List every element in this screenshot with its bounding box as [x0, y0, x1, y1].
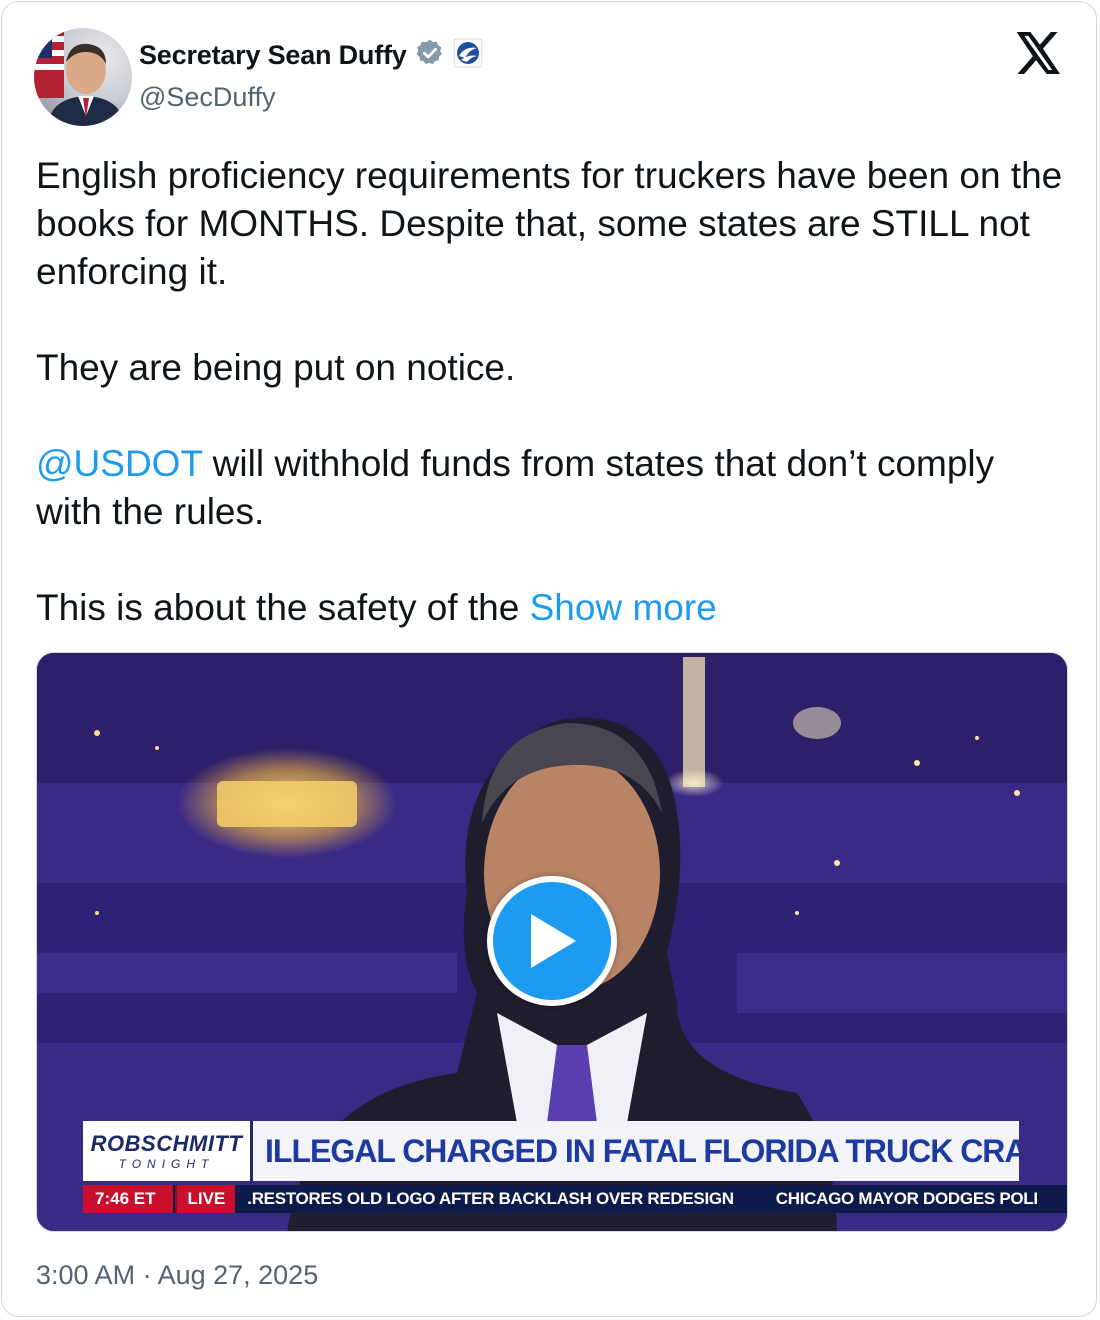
- play-button[interactable]: [487, 876, 617, 1006]
- avatar[interactable]: [34, 28, 132, 126]
- show-more-link[interactable]: Show more: [530, 587, 717, 628]
- tweet-paragraph-1: English proficiency requirements for tru…: [36, 155, 1063, 292]
- tweet-timestamp[interactable]: 3:00 AM · Aug 27, 2025: [36, 1260, 318, 1291]
- verified-badge-icon: [415, 38, 445, 73]
- tweet-paragraph-3: @USDOT will withhold funds from states t…: [36, 440, 1066, 536]
- news-ticker: 7:46 ET LIVE .RESTORES OLD LOGO AFTER BA…: [83, 1185, 1067, 1213]
- show-logo-subtitle: TONIGHT: [118, 1157, 215, 1171]
- tweet-text: English proficiency requirements for tru…: [36, 152, 1066, 632]
- show-logo: ROBSCHMITT TONIGHT: [83, 1121, 253, 1181]
- show-logo-title: ROBSCHMITT: [90, 1131, 243, 1156]
- tweet-paragraph-4-text: This is about the safety of the: [36, 587, 530, 628]
- video-player[interactable]: ROBSCHMITT TONIGHT ILLEGAL CHARGED IN FA…: [36, 652, 1068, 1232]
- author-display-name[interactable]: Secretary Sean Duffy: [139, 40, 407, 71]
- ticker-time: 7:46 ET: [83, 1185, 174, 1213]
- ticker-crawl-1: .RESTORES OLD LOGO AFTER BACKLASH OVER R…: [247, 1189, 734, 1208]
- video-chyron: ROBSCHMITT TONIGHT ILLEGAL CHARGED IN FA…: [83, 1121, 1019, 1181]
- tweet-paragraph-4: This is about the safety of the Show mor…: [36, 584, 1066, 632]
- author-name-row: Secretary Sean Duffy: [139, 38, 483, 73]
- tweet-paragraph-2: They are being put on notice.: [36, 347, 516, 388]
- author-handle[interactable]: @SecDuffy: [139, 82, 275, 113]
- x-logo-icon[interactable]: [1016, 32, 1062, 79]
- live-badge: LIVE: [175, 1185, 236, 1213]
- ticker-crawl-2: CHICAGO MAYOR DODGES POLI: [775, 1189, 1038, 1208]
- usdot-badge-icon: [453, 38, 483, 73]
- tweet-card: Secretary Sean Duffy @SecDuffy English p…: [1, 1, 1097, 1317]
- play-icon: [531, 914, 576, 968]
- usdot-mention-link[interactable]: @USDOT: [36, 443, 202, 484]
- chyron-headline: ILLEGAL CHARGED IN FATAL FLORIDA TRUCK C…: [253, 1121, 1019, 1181]
